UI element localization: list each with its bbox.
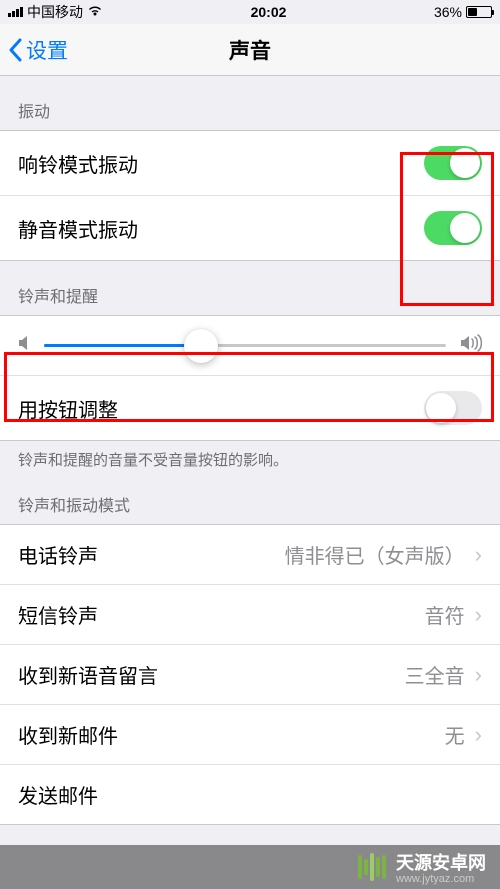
text-tone-value: 音符 [425, 600, 465, 629]
silent-vibrate-row: 静音模式振动 [0, 196, 500, 260]
voicemail-row[interactable]: 收到新语音留言 三全音 › [0, 645, 500, 705]
carrier-label: 中国移动 [27, 2, 83, 22]
wifi-icon [87, 5, 103, 20]
chevron-left-icon [8, 38, 22, 62]
clock-label: 20:02 [251, 4, 287, 20]
page-title: 声音 [229, 35, 271, 65]
volume-low-icon [18, 334, 30, 357]
button-adjust-toggle[interactable] [424, 391, 482, 425]
section-header-patterns: 铃声和振动模式 [0, 488, 500, 524]
ring-vibrate-toggle[interactable] [424, 146, 482, 180]
chevron-right-icon: › [475, 602, 482, 628]
watermark-url: www.jytyaz.com [396, 873, 486, 885]
silent-vibrate-label: 静音模式振动 [18, 214, 138, 243]
voicemail-label: 收到新语音留言 [18, 660, 158, 689]
new-mail-value: 无 [445, 720, 465, 749]
signal-icon [8, 7, 23, 17]
text-tone-row[interactable]: 短信铃声 音符 › [0, 585, 500, 645]
back-label: 设置 [26, 35, 68, 65]
sent-mail-label: 发送邮件 [18, 780, 98, 809]
volume-slider[interactable] [44, 344, 446, 347]
voicemail-value: 三全音 [405, 660, 465, 689]
watermark: 天源安卓网 www.jytyaz.com [0, 845, 500, 889]
watermark-logo-icon [358, 853, 386, 881]
chevron-right-icon: › [475, 542, 482, 568]
watermark-name: 天源安卓网 [396, 853, 486, 873]
volume-high-icon [460, 334, 482, 357]
section-header-ringer: 铃声和提醒 [0, 261, 500, 315]
nav-bar: 设置 声音 [0, 24, 500, 76]
ringtone-value: 情非得已（女声版） [285, 540, 465, 569]
chevron-right-icon: › [475, 722, 482, 748]
status-bar: 中国移动 20:02 36% [0, 0, 500, 24]
sent-mail-row[interactable]: 发送邮件 [0, 765, 500, 824]
button-adjust-label: 用按钮调整 [18, 394, 118, 423]
new-mail-row[interactable]: 收到新邮件 无 › [0, 705, 500, 765]
ringtone-row[interactable]: 电话铃声 情非得已（女声版） › [0, 525, 500, 585]
button-adjust-row: 用按钮调整 [0, 376, 500, 440]
volume-slider-row [0, 316, 500, 376]
battery-pct-label: 36% [434, 4, 462, 20]
text-tone-label: 短信铃声 [18, 600, 98, 629]
ringer-footer: 铃声和提醒的音量不受音量按钮的影响。 [0, 441, 500, 488]
ring-vibrate-label: 响铃模式振动 [18, 149, 138, 178]
section-header-vibration: 振动 [0, 76, 500, 130]
ringtone-label: 电话铃声 [18, 540, 98, 569]
chevron-right-icon: › [475, 662, 482, 688]
back-button[interactable]: 设置 [8, 35, 68, 65]
ring-vibrate-row: 响铃模式振动 [0, 131, 500, 196]
new-mail-label: 收到新邮件 [18, 720, 118, 749]
battery-icon [466, 6, 492, 18]
silent-vibrate-toggle[interactable] [424, 211, 482, 245]
